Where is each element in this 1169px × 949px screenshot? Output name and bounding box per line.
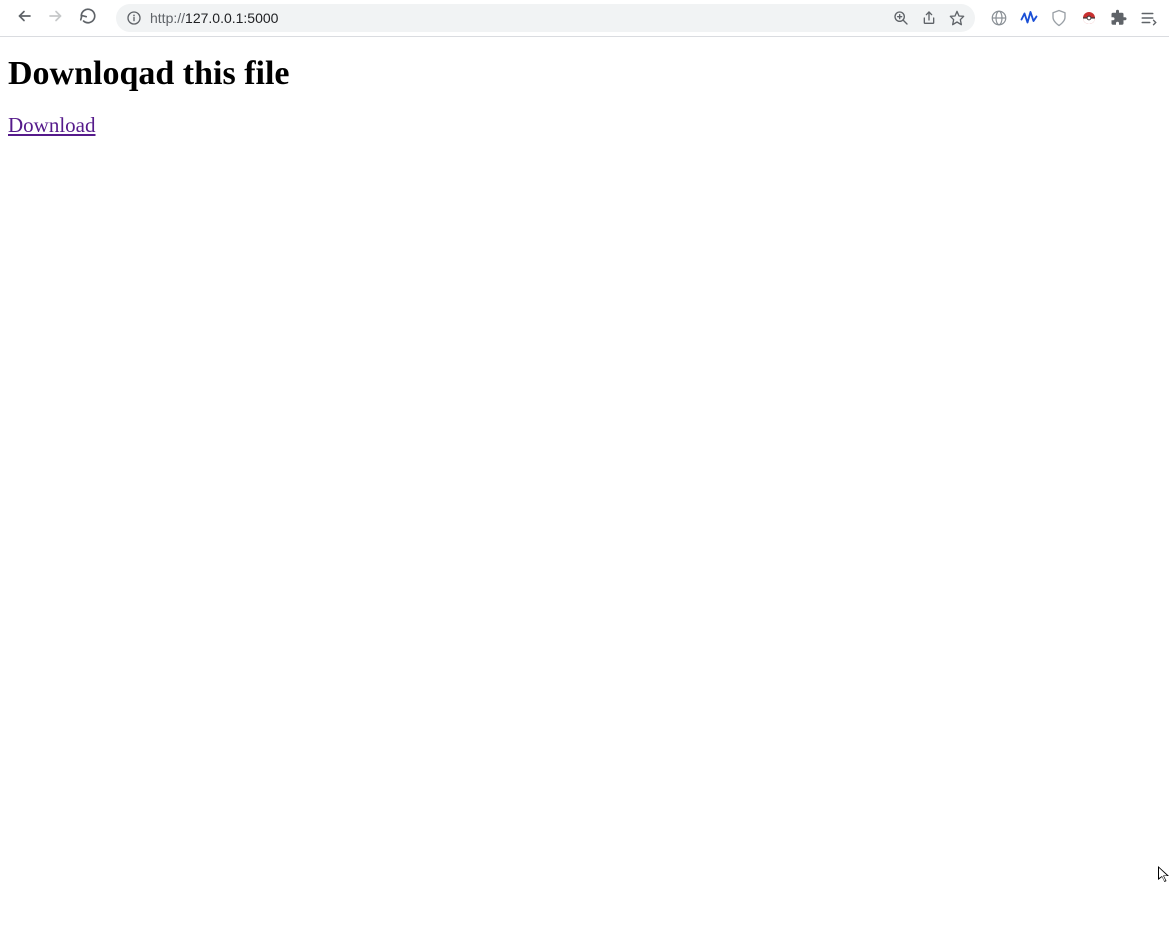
bookmark-star-icon[interactable] — [949, 10, 965, 26]
page-title: Downloqad this file — [8, 55, 1161, 93]
arrow-left-icon — [15, 7, 33, 30]
reload-button[interactable] — [76, 6, 100, 30]
toolbar-extensions — [985, 8, 1163, 28]
page-content: Downloqad this file Download — [0, 37, 1169, 146]
extension-globe-icon[interactable] — [989, 8, 1009, 28]
browser-toolbar: http://127.0.0.1:5000 — [0, 0, 1169, 37]
reading-list-icon[interactable] — [1139, 8, 1159, 28]
reload-icon — [79, 7, 97, 30]
site-info-icon[interactable] — [126, 10, 142, 26]
extension-wave-icon[interactable] — [1019, 8, 1039, 28]
url-text: http://127.0.0.1:5000 — [150, 10, 885, 26]
mouse-cursor-icon — [1158, 866, 1169, 889]
extension-shield-icon[interactable] — [1049, 8, 1069, 28]
address-bar[interactable]: http://127.0.0.1:5000 — [116, 4, 975, 32]
forward-button[interactable] — [44, 6, 68, 30]
extensions-puzzle-icon[interactable] — [1109, 8, 1129, 28]
address-bar-right — [893, 10, 965, 26]
nav-buttons — [6, 6, 106, 30]
share-icon[interactable] — [921, 10, 937, 26]
zoom-icon[interactable] — [893, 10, 909, 26]
arrow-right-icon — [47, 7, 65, 30]
download-link[interactable]: Download — [8, 113, 96, 137]
back-button[interactable] — [12, 6, 36, 30]
extension-pokeball-icon[interactable] — [1079, 8, 1099, 28]
